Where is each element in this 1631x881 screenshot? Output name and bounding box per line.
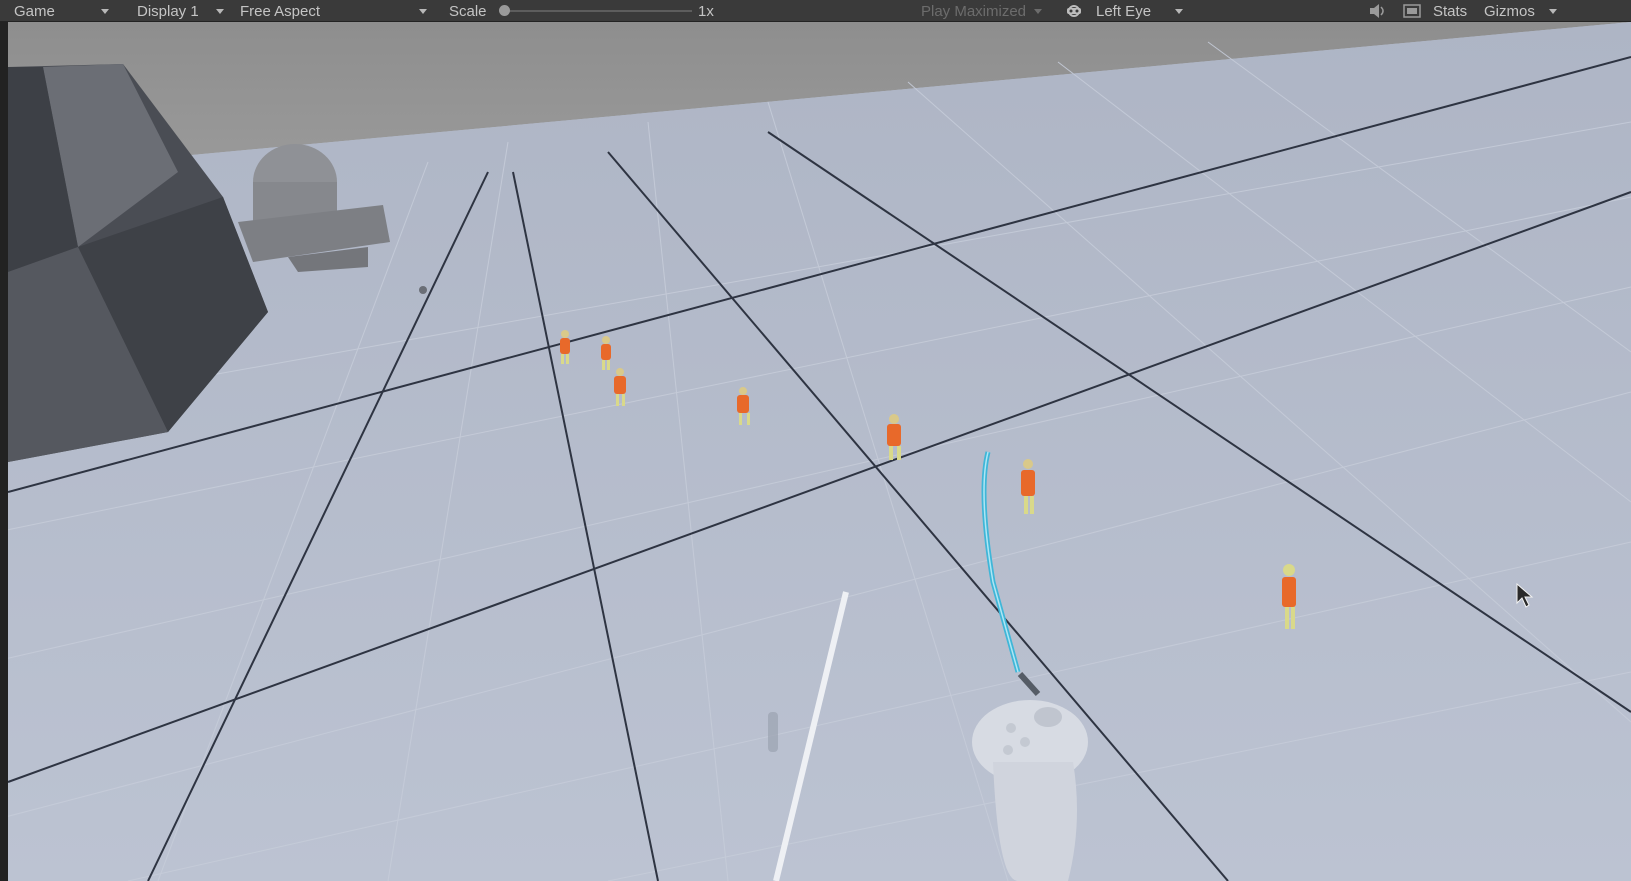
game-tab[interactable]: Game	[14, 0, 109, 22]
shadow-mark	[768, 712, 778, 752]
play-maximized-label: Play Maximized	[921, 2, 1027, 20]
aspect-label: Free Aspect	[240, 2, 321, 20]
gizmos-dropdown[interactable]: Gizmos	[1484, 0, 1557, 22]
mouse-cursor-icon	[1516, 583, 1534, 608]
vr-scene	[8, 22, 1631, 881]
chevron-down-icon	[1548, 8, 1557, 14]
eye-label: Left Eye	[1096, 2, 1152, 20]
scale-value: 1x	[698, 2, 714, 20]
aspect-dropdown[interactable]: Free Aspect	[240, 0, 428, 22]
stats-button[interactable]: Stats	[1433, 0, 1467, 22]
vr-headset-icon	[1065, 0, 1083, 22]
scale-slider[interactable]	[504, 10, 692, 12]
chevron-down-icon	[100, 8, 109, 14]
game-viewport[interactable]	[8, 22, 1631, 881]
left-editor-edge	[0, 22, 8, 881]
chevron-down-icon	[215, 8, 224, 14]
chevron-down-icon	[1175, 8, 1184, 14]
unity-game-view: Game Display 1 Free Aspect Scale 1x Play…	[0, 0, 1631, 881]
play-maximized-toggle[interactable]: Play Maximized	[921, 0, 1043, 22]
game-tab-label: Game	[14, 2, 55, 20]
chevron-down-icon	[1034, 8, 1043, 14]
chevron-down-icon	[419, 8, 428, 14]
gizmos-label: Gizmos	[1484, 2, 1535, 20]
speaker-icon[interactable]	[1369, 0, 1387, 22]
small-dot	[419, 286, 427, 294]
display-label: Display 1	[137, 2, 199, 20]
game-view-toolbar: Game Display 1 Free Aspect Scale 1x Play…	[0, 0, 1631, 22]
display-dropdown[interactable]: Display 1	[137, 0, 224, 22]
scale-label: Scale	[449, 2, 487, 20]
eye-dropdown[interactable]: Left Eye	[1096, 0, 1184, 22]
scale-slider-handle[interactable]	[499, 5, 510, 16]
aspect-icon[interactable]	[1403, 0, 1421, 22]
